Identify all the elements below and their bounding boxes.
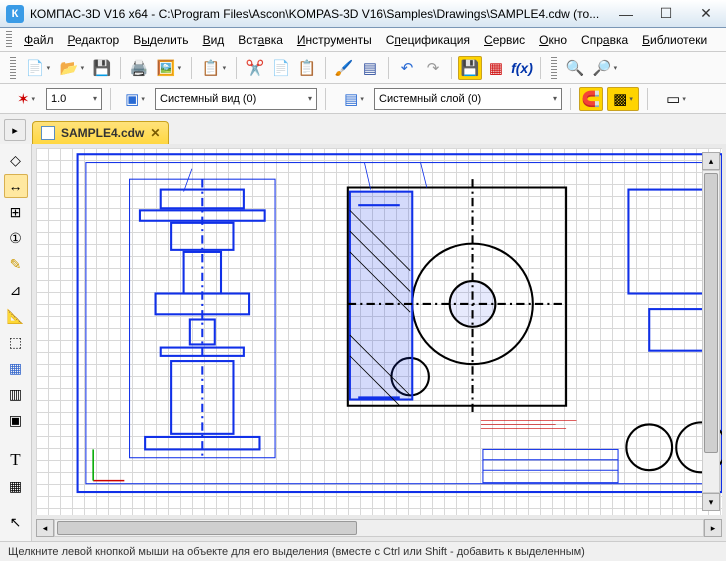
grip-handle[interactable]: [6, 31, 12, 49]
menu-view[interactable]: Вид: [197, 31, 231, 49]
layers-manager-button[interactable]: ▤: [338, 87, 370, 111]
horizontal-scrollbar[interactable]: ◂ ▸: [36, 519, 722, 537]
undo-button[interactable]: ↶: [395, 56, 419, 80]
menu-library[interactable]: Библиотеки: [636, 31, 713, 49]
cut-button[interactable]: ✂️: [243, 56, 267, 80]
maximize-button[interactable]: ☐: [646, 0, 686, 28]
menu-spec[interactable]: Спецификация: [380, 31, 476, 49]
menu-service[interactable]: Сервис: [478, 31, 531, 49]
workspace: ◇ ↔ ⊞ ① ✎ ⊿ 📐 ⬚ ▦ ▥ ▣ T ▦ ↖: [0, 144, 726, 541]
snap-settings-button[interactable]: ▩: [607, 87, 639, 111]
views-manager-button[interactable]: ▣: [119, 87, 151, 111]
view-label: Системный вид (0): [160, 93, 256, 105]
drawing-content: [36, 148, 722, 501]
measure-tool[interactable]: 📐: [4, 304, 28, 328]
document-icon: [41, 126, 55, 140]
grip-handle[interactable]: [551, 57, 557, 79]
menu-editor[interactable]: Редактор: [62, 31, 126, 49]
save-button[interactable]: 💾: [90, 56, 114, 80]
titlebar: К КОМПАС-3D V16 x64 - C:\Program Files\A…: [0, 0, 726, 28]
properties-panel-button[interactable]: ▤: [358, 56, 382, 80]
panel-toggle-button[interactable]: ▸: [4, 119, 26, 141]
canvas-area: ▴ ▾ ◂ ▸: [32, 144, 726, 541]
menu-help[interactable]: Справка: [575, 31, 634, 49]
format-painter-button[interactable]: 🖌️: [332, 56, 356, 80]
table-tool[interactable]: ▦: [4, 474, 28, 498]
new-button[interactable]: 📄: [22, 56, 54, 80]
print-preview-button[interactable]: 🖼️: [153, 56, 185, 80]
scale-combo[interactable]: 1.0 ▾: [46, 88, 102, 110]
library-manager-button[interactable]: 💾: [458, 56, 482, 80]
variables-button[interactable]: ▦: [484, 56, 508, 80]
grip-handle[interactable]: [10, 57, 16, 79]
print-button[interactable]: 🖨️: [127, 56, 151, 80]
zoom-out-button[interactable]: 🔎: [589, 56, 621, 80]
scroll-thumb-h[interactable]: [57, 521, 357, 535]
paste-button[interactable]: 📋: [295, 56, 319, 80]
geometry-tool[interactable]: ◇: [4, 148, 28, 172]
menu-file[interactable]: Файл: [18, 31, 60, 49]
menu-window[interactable]: Окно: [533, 31, 573, 49]
parametrize-button[interactable]: ▭: [660, 87, 692, 111]
open-button[interactable]: 📂: [56, 56, 88, 80]
dimensions-tool[interactable]: ↔: [4, 174, 28, 198]
snap-toggle-button[interactable]: 🧲: [579, 87, 603, 111]
tab-close-button[interactable]: ✕: [150, 126, 160, 140]
step-mode-button[interactable]: ✶: [10, 87, 42, 111]
menu-select[interactable]: Выделить: [127, 31, 194, 49]
parametric-tool[interactable]: ⊿: [4, 278, 28, 302]
layer-combo[interactable]: Системный слой (0) ▾: [374, 88, 562, 110]
scroll-thumb-v[interactable]: [704, 173, 718, 453]
document-tab-label: SAMPLE4.cdw: [61, 126, 144, 140]
scroll-right-button[interactable]: ▸: [704, 519, 722, 537]
scroll-up-button[interactable]: ▴: [702, 152, 720, 170]
document-tab[interactable]: SAMPLE4.cdw ✕: [32, 121, 169, 144]
insert-tool[interactable]: ▣: [4, 408, 28, 432]
properties-button[interactable]: 📋: [198, 56, 230, 80]
edit-tool[interactable]: ✎: [4, 252, 28, 276]
main-toolbar: 📄 📂 💾 🖨️ 🖼️ 📋 ✂️ 📄 📋 🖌️ ▤ ↶ ↷ 💾 ▦ f(x) 🔍…: [0, 52, 726, 84]
menu-tools[interactable]: Инструменты: [291, 31, 378, 49]
document-tabs: ▸ SAMPLE4.cdw ✕: [0, 114, 726, 144]
redo-button[interactable]: ↷: [421, 56, 445, 80]
cursor-tool[interactable]: ↖: [4, 510, 28, 534]
scroll-down-button[interactable]: ▾: [702, 493, 720, 511]
annotate-tool[interactable]: ⊞: [4, 200, 28, 224]
layer-label: Системный слой (0): [379, 93, 481, 105]
vertical-scrollbar[interactable]: ▴ ▾: [702, 152, 720, 511]
text-tool[interactable]: T: [4, 448, 28, 472]
scale-value: 1.0: [51, 93, 66, 105]
copy-button[interactable]: 📄: [269, 56, 293, 80]
minimize-button[interactable]: —: [606, 0, 646, 28]
zoom-in-button[interactable]: 🔍: [563, 56, 587, 80]
app-icon: К: [6, 5, 24, 23]
symbols-tool[interactable]: ①: [4, 226, 28, 250]
scroll-left-button[interactable]: ◂: [36, 519, 54, 537]
formula-button[interactable]: f(x): [510, 56, 534, 80]
view-combo[interactable]: Системный вид (0) ▾: [155, 88, 317, 110]
drawing-canvas[interactable]: ▴ ▾: [36, 148, 722, 515]
statusbar: Щелкните левой кнопкой мыши на объекте д…: [0, 541, 726, 561]
window-title: КОМПАС-3D V16 x64 - C:\Program Files\Asc…: [30, 7, 606, 21]
menubar: Файл Редактор Выделить Вид Вставка Инстр…: [0, 28, 726, 52]
menu-insert[interactable]: Вставка: [232, 31, 289, 49]
select-tool[interactable]: ⬚: [4, 330, 28, 354]
spec-tool[interactable]: ▦: [4, 356, 28, 380]
close-button[interactable]: ✕: [686, 0, 726, 28]
left-toolbox: ◇ ↔ ⊞ ① ✎ ⊿ 📐 ⬚ ▦ ▥ ▣ T ▦ ↖: [0, 144, 32, 541]
status-text: Щелкните левой кнопкой мыши на объекте д…: [8, 546, 585, 558]
reports-tool[interactable]: ▥: [4, 382, 28, 406]
secondary-toolbar: ✶ 1.0 ▾ ▣ Системный вид (0) ▾ ▤ Системны…: [0, 84, 726, 114]
